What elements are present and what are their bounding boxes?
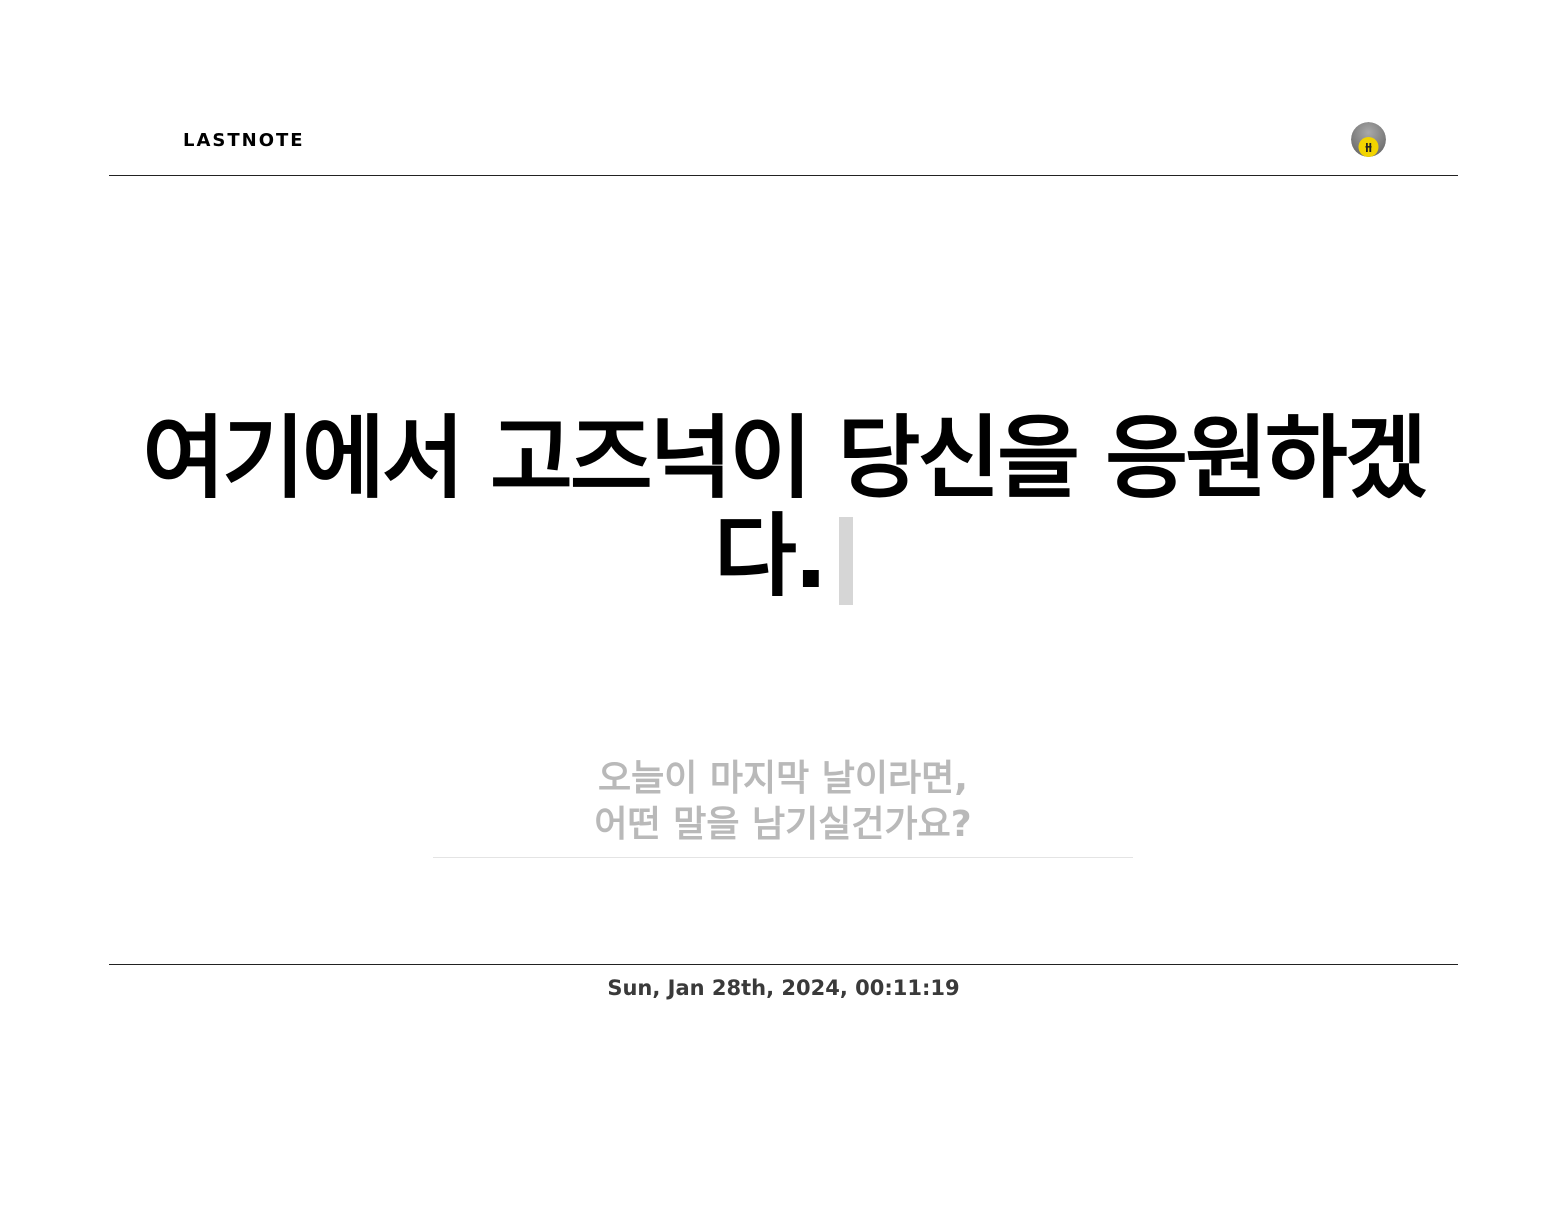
last-note-input[interactable]: [433, 756, 1133, 857]
footer-divider: [109, 964, 1458, 965]
note-input-container: [433, 756, 1133, 858]
brand-logo[interactable]: LASTNOTE: [183, 130, 305, 151]
top-header: LASTNOTE: [109, 0, 1458, 176]
current-datetime: Sun, Jan 28th, 2024, 00:11:19: [607, 976, 960, 1000]
headline-text: 여기에서 고즈넉이 당신을 응원하겠다.: [142, 406, 1428, 610]
page-headline: 여기에서 고즈넉이 당신을 응원하겠다.: [140, 410, 1428, 606]
user-avatar-icon[interactable]: [1351, 122, 1386, 157]
text-cursor: [839, 517, 853, 606]
